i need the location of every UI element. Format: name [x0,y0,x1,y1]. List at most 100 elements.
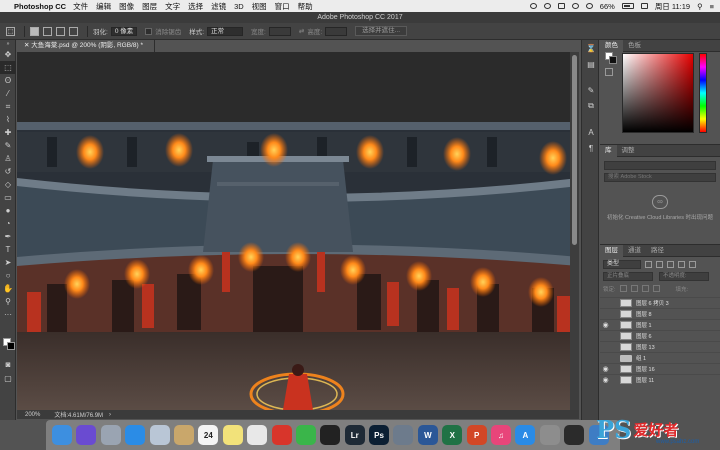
hand-tool-icon[interactable]: ✋ [0,282,16,295]
qq-icon[interactable] [320,425,341,445]
ellipse-tool-icon[interactable]: ○ [0,269,16,282]
rectangular-marquee-tool-icon[interactable]: ⬚ [0,61,16,74]
move-tool-icon[interactable]: ✥ [0,48,16,61]
scrollbar-thumb[interactable] [572,55,577,245]
lock-all-icon[interactable] [652,285,660,292]
feather-input[interactable]: 0 像素 [110,26,138,36]
history-brush-tool-icon[interactable]: ↺ [0,165,16,178]
eye-icon[interactable]: ◉ [600,376,611,384]
powerpoint-icon[interactable]: P [466,425,487,445]
pen-tool-icon[interactable]: ✒ [0,230,16,243]
spotlight-icon[interactable]: ⚲ [697,2,703,11]
menu-layer[interactable]: 图层 [142,1,157,12]
flag-icon[interactable] [640,3,648,9]
clone-source-panel-icon[interactable]: ⧉ [582,98,600,114]
netease-music-icon[interactable] [271,425,292,445]
stickies-icon[interactable] [222,425,243,445]
hue-slider[interactable] [699,53,707,133]
screenshot-app-icon[interactable] [393,425,414,445]
lock-image-icon[interactable] [630,285,638,292]
wifi-icon[interactable] [571,3,579,9]
filter-smart-object-icon[interactable] [689,261,696,268]
menu-help[interactable]: 帮助 [298,1,313,12]
style-select[interactable]: 正常 [207,26,244,36]
eye-icon[interactable]: ◉ [600,321,611,329]
lasso-tool-icon[interactable]: ʘ [0,74,16,87]
itunes-icon[interactable]: ♫ [491,425,512,445]
properties-panel-icon[interactable]: ▤ [582,56,600,72]
document-canvas[interactable] [17,52,579,410]
layer-row[interactable]: 图层 6 [600,330,720,341]
wechat-status-icon[interactable] [543,3,551,9]
mail-icon[interactable] [149,425,170,445]
photos-icon[interactable] [247,425,268,445]
eyedropper-tool-icon[interactable]: ⌇ [0,113,16,126]
tab-layers[interactable]: 图层 [600,244,623,257]
status-menu-arrow-icon[interactable]: › [109,412,111,418]
blend-mode-select[interactable]: 正片叠底 [603,272,653,281]
tab-swatches[interactable]: 色板 [623,40,646,52]
battery-icon[interactable] [621,3,634,9]
paragraph-panel-icon[interactable]: ¶ [582,140,600,156]
lock-transparent-icon[interactable] [619,285,627,292]
add-to-selection-icon[interactable] [43,26,52,36]
magic-wand-tool-icon[interactable]: ⁄ [0,87,16,100]
background-color-swatch[interactable] [7,342,15,350]
layer-row[interactable]: 图层 8 [600,308,720,319]
calendar-icon[interactable]: 24 [198,425,219,445]
filter-pixel-icon[interactable] [645,261,652,268]
filter-adjustment-icon[interactable] [656,261,663,268]
tab-adjustments[interactable]: 调整 [617,145,640,157]
zoom-level[interactable]: 200% [25,412,40,418]
clock[interactable]: 周日 11:19 [655,1,690,12]
display-icon[interactable] [557,3,565,9]
menu-window[interactable]: 窗口 [275,1,290,12]
menu-type[interactable]: 文字 [165,1,180,12]
brush-tool-icon[interactable]: ✎ [0,139,16,152]
history-panel-icon[interactable]: ⌛ [582,40,600,56]
path-selection-tool-icon[interactable]: ➤ [0,256,16,269]
tab-color[interactable]: 颜色 [600,39,623,52]
library-select[interactable] [604,161,716,170]
document-tab[interactable]: ✕ 大鱼海棠.psd @ 200% (阴影, RGB/8) * [17,40,155,52]
app-store-icon[interactable]: A [515,425,536,445]
crop-tool-icon[interactable]: ⌗ [0,100,16,113]
notification-center-icon[interactable]: ≡ [710,2,714,11]
filter-type-icon[interactable] [667,261,674,268]
tab-libraries[interactable]: 库 [600,144,617,157]
tab-channels[interactable]: 通道 [623,245,646,257]
subtract-selection-icon[interactable] [56,26,65,36]
menu-filter[interactable]: 滤镜 [211,1,226,12]
color-picker-field[interactable] [622,53,694,133]
menu-view[interactable]: 视图 [252,1,267,12]
layer-row[interactable]: 图层 13 [600,341,720,352]
layer-kind-filter[interactable]: 类型 [603,260,641,269]
wechat-icon[interactable] [295,425,316,445]
layer-row[interactable]: 图层 6 拷贝 3 [600,297,720,308]
swap-icon[interactable]: ⇄ [299,27,304,35]
activity-monitor-icon[interactable] [564,425,585,445]
tool-preset-icon[interactable]: ⬚ [6,26,15,36]
system-preferences-icon[interactable] [539,425,560,445]
intersect-selection-icon[interactable] [69,26,78,36]
app-menu[interactable]: Photoshop CC [14,2,66,11]
new-selection-icon[interactable] [30,26,39,36]
layer-group-row[interactable]: 组 1 [600,352,720,363]
collapse-tools-icon[interactable]: » [0,40,16,48]
notes-icon[interactable] [173,425,194,445]
finder-icon[interactable] [52,425,72,445]
quick-mask-icon[interactable]: ◙ [0,358,16,371]
character-panel-icon[interactable]: A [582,124,600,140]
width-input[interactable] [268,26,291,36]
more-tools-icon[interactable]: ··· [0,308,16,321]
layer-row[interactable]: ◉ 图层 11 [600,374,720,385]
healing-brush-tool-icon[interactable]: ✚ [0,126,16,139]
select-and-mask-button[interactable]: 选择并遮住... [355,26,408,36]
clone-stamp-tool-icon[interactable]: ♙ [0,152,16,165]
opacity-field[interactable]: 不透明度: [659,272,709,281]
zoom-tool-icon[interactable]: ⚲ [0,295,16,308]
menu-image[interactable]: 图像 [119,1,134,12]
height-input[interactable] [325,26,348,36]
tab-paths[interactable]: 路径 [646,245,669,257]
lightroom-icon[interactable]: Lr [344,425,365,445]
